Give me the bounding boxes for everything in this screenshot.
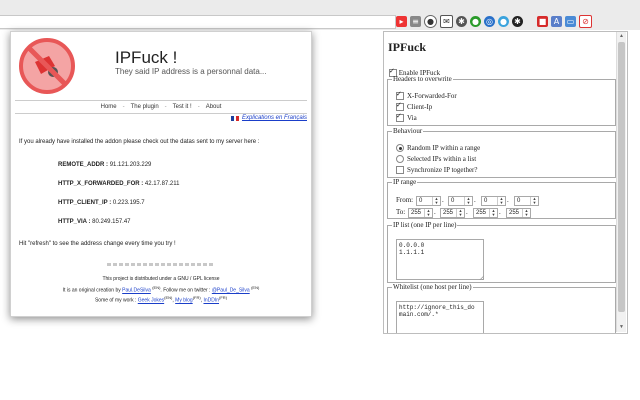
inddin-link[interactable]: InDDIn bbox=[203, 298, 219, 304]
footer-work: Some of my work : Geek Jokes(EN), My blo… bbox=[94, 295, 228, 304]
sync-checkbox[interactable]: Synchronize IP together? bbox=[396, 166, 478, 175]
scroll-down-icon[interactable]: ▼ bbox=[617, 323, 626, 332]
address-bar[interactable] bbox=[0, 15, 396, 29]
popup-scrollbar[interactable]: ▲ ▼ bbox=[616, 32, 626, 332]
footer-license: This project is distributed under a GNU … bbox=[102, 276, 220, 282]
ip-list-group: IP list (one IP per line) 0.0.0.0 1.1.1.… bbox=[387, 222, 616, 283]
stack-icon[interactable]: ≡ bbox=[410, 15, 421, 27]
field-remote-addr: REMOTE_ADDR : 91.121.203.229 bbox=[58, 162, 152, 168]
popup-title: IPFuck bbox=[388, 40, 427, 54]
to-octet-4[interactable]: 255 ▲ ▼ bbox=[506, 208, 531, 218]
random-range-radio[interactable]: Random IP within a range bbox=[396, 144, 480, 153]
ip-range-group: IP range From: To: 0 ▲ ▼ . 0 ▲ ▼ . 0 ▲ ▼ . 0 ▲ ▼… bbox=[387, 179, 616, 219]
scroll-thumb[interactable] bbox=[618, 42, 625, 312]
nav-test[interactable]: Test it ! bbox=[173, 104, 192, 110]
whitelist-textarea[interactable]: http://ignore_this_do main.com/.* bbox=[396, 301, 484, 333]
pdf-icon[interactable]: ■ bbox=[537, 15, 548, 27]
green-ext-icon[interactable]: ● bbox=[470, 15, 481, 27]
chat-icon[interactable]: ● bbox=[498, 15, 509, 27]
blog-link[interactable]: My blog bbox=[175, 298, 193, 304]
main-nav: Home - The plugin - Test it ! - About bbox=[15, 100, 307, 114]
browser-toolbar: ▸ ≡ ● ✉ ✱ ● ◎ ● ✱ ■ A ▭ ⊘ bbox=[0, 0, 640, 30]
from-octet-3[interactable]: 0 ▲ ▼ bbox=[481, 196, 506, 206]
globe-icon[interactable]: ◎ bbox=[484, 15, 495, 27]
screen-icon[interactable]: ▭ bbox=[565, 15, 576, 27]
to-octet-2[interactable]: 255 ▲ ▼ bbox=[440, 208, 465, 218]
french-flag-icon bbox=[230, 115, 239, 121]
scroll-up-icon[interactable]: ▲ bbox=[617, 32, 626, 41]
header-client-ip[interactable]: Client-Ip bbox=[396, 101, 432, 112]
ip-list-resize-handle[interactable] bbox=[479, 275, 484, 280]
refresh-hint: Hit "refresh" to see the address change … bbox=[19, 241, 176, 247]
whitelist-group: Whitelist (one host per line) http://ign… bbox=[387, 284, 616, 333]
geek-jokes-link[interactable]: Geek Jokes bbox=[138, 298, 164, 304]
ipfuck-ext-icon[interactable]: ⊘ bbox=[579, 14, 592, 28]
page-subtitle: They said IP address is a personnal data… bbox=[115, 67, 267, 76]
intro-text: If you already have installed the addon … bbox=[19, 139, 260, 145]
gear-ext-icon[interactable]: ✱ bbox=[456, 15, 467, 27]
selected-list-radio[interactable]: Selected IPs within a list bbox=[396, 155, 476, 164]
web-page: IPFuck ! They said IP address is a perso… bbox=[10, 31, 312, 317]
extension-icons: ▸ ≡ ● ✉ ✱ ● ◎ ● ✱ ■ A ▭ ⊘ bbox=[396, 13, 592, 29]
field-x-forwarded-for: HTTP_X_FORWARDED_FOR : 42.17.87.211 bbox=[58, 181, 180, 187]
no-tracking-logo-icon bbox=[19, 38, 75, 94]
nav-about[interactable]: About bbox=[206, 104, 222, 110]
twitter-link[interactable]: @Paul_De_Silva bbox=[212, 288, 250, 294]
headers-group: Headers to overwrite X-Forwarded-For Cli… bbox=[387, 76, 616, 126]
divider bbox=[107, 263, 214, 266]
field-client-ip: HTTP_CLIENT_IP : 0.223.195.7 bbox=[58, 200, 145, 206]
french-link[interactable]: Explications en Français bbox=[230, 115, 307, 121]
bookmark-icon[interactable]: ▸ bbox=[396, 15, 407, 27]
translate-icon[interactable]: A bbox=[551, 15, 562, 27]
header-via[interactable]: Via bbox=[396, 112, 417, 123]
ip-list-textarea[interactable]: 0.0.0.0 1.1.1.1 bbox=[396, 239, 484, 280]
from-octet-2[interactable]: 0 ▲ ▼ bbox=[448, 196, 473, 206]
page-title: IPFuck ! bbox=[115, 48, 178, 67]
mail-icon[interactable]: ✉ bbox=[440, 14, 453, 28]
footer-credits: It is an original creation by Paul.DeSil… bbox=[62, 285, 260, 294]
behaviour-group: Behaviour Random IP within a range Selec… bbox=[387, 128, 616, 178]
header-values: REMOTE_ADDR : 91.121.203.229 HTTP_X_FORW… bbox=[58, 162, 180, 238]
ipfuck-popup: IPFuck Enable IPFuck Headers to overwrit… bbox=[383, 31, 628, 334]
from-octet-1[interactable]: 0 ▲ ▼ bbox=[416, 196, 441, 206]
to-octet-3[interactable]: 255 ▲ ▼ bbox=[473, 208, 498, 218]
nav-plugin[interactable]: The plugin bbox=[131, 104, 159, 110]
settings-icon[interactable]: ✱ bbox=[512, 15, 523, 27]
to-octet-1[interactable]: 255 ▲ ▼ bbox=[408, 208, 433, 218]
search-ext-icon[interactable]: ● bbox=[424, 14, 437, 28]
author-link[interactable]: Paul.DeSilva bbox=[122, 288, 151, 294]
nav-home[interactable]: Home bbox=[101, 104, 117, 110]
header-xff[interactable]: X-Forwarded-For bbox=[396, 90, 457, 101]
from-octet-4[interactable]: 0 ▲ ▼ bbox=[514, 196, 539, 206]
field-via: HTTP_VIA : 80.249.157.47 bbox=[58, 219, 131, 225]
